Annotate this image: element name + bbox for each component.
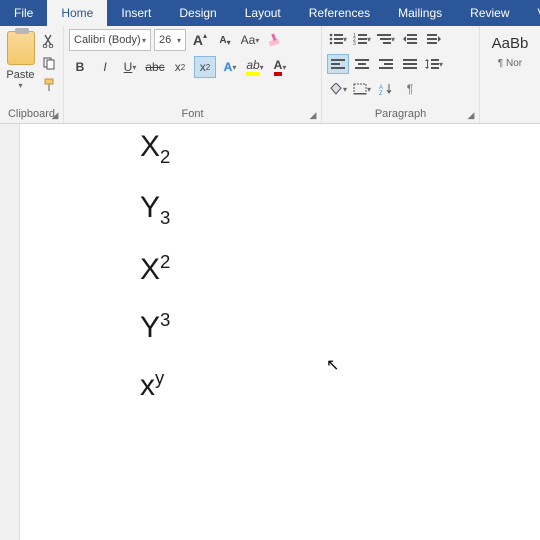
show-marks-button[interactable]: ¶: [399, 79, 421, 99]
grow-font-button[interactable]: A▴: [189, 29, 211, 51]
font-size-combo[interactable]: 26 ▾: [154, 29, 186, 51]
line-spacing-button[interactable]: ▾: [423, 54, 445, 74]
format-painter-button[interactable]: [40, 76, 58, 94]
doc-line[interactable]: xy: [140, 369, 540, 401]
font-name-value: Calibri (Body): [74, 34, 141, 46]
italic-button[interactable]: I: [94, 56, 116, 78]
sort-button[interactable]: AZ: [375, 79, 397, 99]
doc-line[interactable]: X2: [140, 253, 540, 285]
numbering-button[interactable]: 123▾: [351, 29, 373, 49]
doc-line[interactable]: Y3: [140, 311, 540, 343]
tab-review[interactable]: Review: [456, 0, 523, 26]
group-clipboard: Paste ▾ Clipboard ◢: [0, 26, 64, 123]
paragraph-dialog-launcher[interactable]: ◢: [465, 109, 477, 121]
align-left-button[interactable]: [327, 54, 349, 74]
tab-layout[interactable]: Layout: [231, 0, 295, 26]
tab-view[interactable]: Vi: [524, 0, 540, 26]
style-preview[interactable]: AaBb: [492, 35, 529, 52]
tab-mailings[interactable]: Mailings: [384, 0, 456, 26]
copy-button[interactable]: [40, 54, 58, 72]
document-page[interactable]: X2 Y3 X2 Y3 xy ↖: [20, 124, 540, 540]
group-font: Calibri (Body)▾ 26▾ A▴ A▾ Aa▾ B I U▾ abc…: [64, 26, 322, 123]
borders-button[interactable]: ▾: [351, 79, 373, 99]
bullets-button[interactable]: ▾: [327, 29, 349, 49]
tab-file[interactable]: File: [0, 0, 47, 26]
font-color-button[interactable]: A▾: [269, 56, 291, 78]
doc-line[interactable]: Y3: [140, 193, 540, 228]
bold-button[interactable]: B: [69, 56, 91, 78]
font-size-value: 26: [159, 34, 171, 46]
paste-label: Paste: [6, 69, 34, 81]
group-label-font: Font: [69, 107, 316, 122]
group-paragraph: ▾ 123▾ ▾ ▾ ▾ ▾ AZ ¶ Paragraph ◢: [322, 26, 480, 123]
text-effects-button[interactable]: A▾: [219, 56, 241, 78]
svg-text:Z: Z: [379, 91, 383, 95]
justify-button[interactable]: [399, 54, 421, 74]
highlight-button[interactable]: ab▾: [244, 56, 266, 78]
multilevel-list-button[interactable]: ▾: [375, 29, 397, 49]
paste-dropdown[interactable]: ▾: [18, 81, 22, 90]
chevron-down-icon: ▾: [142, 36, 146, 45]
decrease-indent-button[interactable]: [399, 29, 421, 49]
group-label-paragraph: Paragraph: [327, 107, 474, 122]
style-name: ¶ Nor: [498, 58, 522, 69]
clipboard-dialog-launcher[interactable]: ◢: [49, 109, 61, 121]
paste-icon: [7, 31, 35, 65]
ribbon: Paste ▾ Clipboard ◢ Calibri (Body)▾ 26▾ …: [0, 26, 540, 124]
superscript-button[interactable]: x2: [194, 56, 216, 78]
workspace: X2 Y3 X2 Y3 xy ↖: [0, 124, 540, 540]
strikethrough-button[interactable]: abc: [144, 56, 166, 78]
group-styles: AaBb ¶ Nor: [480, 26, 540, 123]
shrink-font-button[interactable]: A▾: [214, 29, 236, 51]
increase-indent-button[interactable]: [423, 29, 445, 49]
chevron-down-icon: ▾: [177, 36, 181, 45]
paste-button[interactable]: Paste ▾: [5, 29, 36, 107]
align-center-button[interactable]: [351, 54, 373, 74]
cut-button[interactable]: [40, 32, 58, 50]
doc-line[interactable]: X2: [140, 132, 540, 167]
clear-formatting-button[interactable]: [264, 29, 286, 51]
subscript-button[interactable]: x2: [169, 56, 191, 78]
font-name-combo[interactable]: Calibri (Body)▾: [69, 29, 151, 51]
tab-references[interactable]: References: [295, 0, 384, 26]
left-gutter: [0, 124, 20, 540]
shading-button[interactable]: ▾: [327, 79, 349, 99]
tab-design[interactable]: Design: [165, 0, 230, 26]
font-dialog-launcher[interactable]: ◢: [307, 109, 319, 121]
tab-home[interactable]: Home: [47, 0, 107, 26]
menu-bar: File Home Insert Design Layout Reference…: [0, 0, 540, 26]
underline-button[interactable]: U▾: [119, 56, 141, 78]
svg-text:3: 3: [353, 41, 356, 45]
tab-insert[interactable]: Insert: [107, 0, 165, 26]
change-case-button[interactable]: Aa▾: [239, 29, 261, 51]
align-right-button[interactable]: [375, 54, 397, 74]
